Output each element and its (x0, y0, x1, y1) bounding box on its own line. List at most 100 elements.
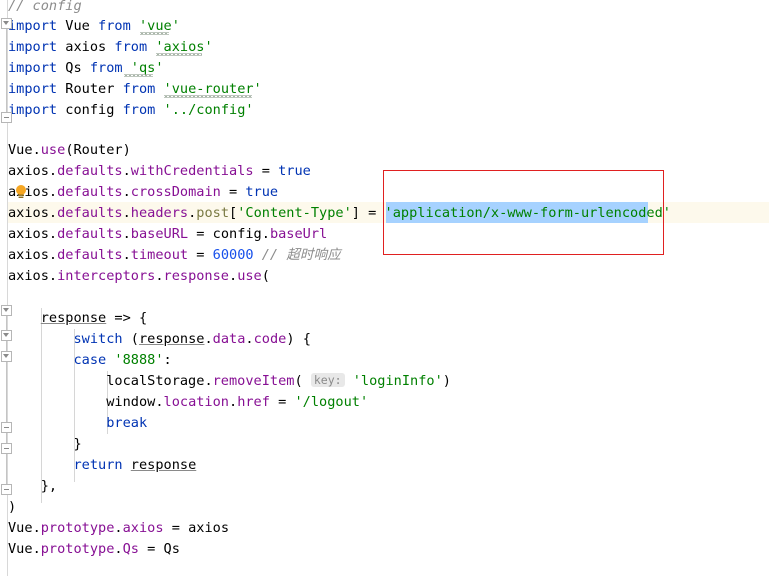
code-line-18[interactable]: case '8888': (0, 350, 769, 371)
token-identifier-config: config (65, 102, 115, 118)
code-line-12[interactable]: axios.defaults.baseURL = config.baseUrl (0, 224, 769, 245)
fold-marker-interceptor-end[interactable] (1, 484, 12, 495)
token-property-crossdomain: crossDomain (130, 184, 221, 200)
token-property-prototype: prototype (40, 520, 115, 536)
token-keyword-import: import (8, 102, 58, 118)
token-property-response: response (163, 268, 229, 284)
fold-region-line-a (6, 316, 7, 330)
code-line-5[interactable]: import Router from 'vue-router' (0, 79, 769, 100)
fold-marker-imports-start[interactable] (1, 18, 12, 29)
fold-marker-interceptor-start[interactable] (1, 305, 12, 316)
token-property-prototype: prototype (40, 541, 115, 557)
code-line-3[interactable]: import axios from 'axios' (0, 37, 769, 58)
token-param-response: response (138, 331, 205, 347)
token-string-logout: '/logout' (294, 394, 369, 410)
token-identifier-vue: Vue (8, 142, 33, 158)
token-property-baseurl: baseURL (130, 226, 189, 242)
token-identifier-axios: axios (8, 163, 49, 179)
code-line-14[interactable]: axios.interceptors.response.use( (0, 266, 769, 287)
unresolved-module-squiggle-axios (156, 53, 202, 56)
token-string-logininfo: 'loginInfo' (352, 373, 443, 389)
code-line-24[interactable]: }, (0, 476, 769, 497)
token-keyword-return: return (73, 457, 123, 473)
fold-region-line-d (6, 433, 7, 443)
code-content[interactable]: // config import Vue from 'vue' import a… (0, 0, 769, 576)
token-identifier-config: config (212, 226, 262, 242)
token-string-8888: '8888' (114, 352, 164, 368)
token-property-defaults: defaults (57, 205, 123, 221)
fold-marker-case-end[interactable] (1, 422, 12, 433)
token-keyword-true: true (245, 184, 279, 200)
token-comment: // config (8, 0, 82, 14)
token-property-qs: Qs (122, 541, 139, 557)
token-keyword-break: break (106, 415, 148, 431)
token-identifier-localstorage: localStorage (106, 373, 205, 389)
token-property-baseurl-value: baseUrl (269, 226, 328, 242)
token-identifier-window: window (106, 394, 156, 410)
token-keyword-switch: switch (73, 331, 123, 347)
token-identifier-axios: axios (188, 520, 230, 536)
token-identifier-axios: axios (8, 226, 49, 242)
token-keyword-true: true (278, 163, 311, 179)
code-line-27[interactable]: Vue.prototype.Qs = Qs (0, 539, 769, 560)
token-identifier-axios: axios (8, 268, 49, 284)
code-line-19[interactable]: localStorage.removeItem( key: 'loginInfo… (0, 371, 769, 392)
code-line-25[interactable]: ) (0, 497, 769, 518)
token-keyword-import: import (8, 60, 58, 76)
token-comment-timeout: // 超时响应 (261, 247, 341, 263)
code-line-15-blank[interactable] (0, 287, 769, 308)
code-line-26[interactable]: Vue.prototype.axios = axios (0, 518, 769, 539)
token-identifier-vue: Vue (8, 520, 33, 536)
token-property-removeitem: removeItem (212, 373, 295, 389)
code-line-11[interactable]: axios.defaults.headers.post['Content-Typ… (0, 203, 769, 224)
token-keyword-import: import (8, 18, 58, 34)
fold-marker-switch-end[interactable] (1, 443, 12, 454)
unresolved-module-squiggle-vue (140, 32, 169, 35)
code-line-10[interactable]: axios.defaults.crossDomain = true (0, 182, 769, 203)
code-line-2[interactable]: import Vue from 'vue' (0, 16, 769, 37)
token-identifier-vue: Vue (65, 18, 90, 34)
code-line-16[interactable]: response => { (0, 308, 769, 329)
token-property-href: href (237, 394, 270, 410)
token-keyword-from: from (122, 81, 156, 97)
token-property-post: post (196, 205, 230, 221)
fold-region-line-b (6, 341, 7, 351)
token-keyword-from: from (89, 60, 123, 76)
code-line-17[interactable]: switch (response.data.code) { (0, 329, 769, 350)
code-line-21[interactable]: break (0, 413, 769, 434)
code-editor[interactable]: // config import Vue from 'vue' import a… (0, 0, 769, 576)
token-property-use: use (40, 142, 66, 158)
token-identifier-axios: axios (65, 39, 107, 55)
lightbulb-icon[interactable] (14, 184, 28, 200)
code-line-6[interactable]: import config from '../config' (0, 100, 769, 121)
code-line-7-blank[interactable] (0, 121, 769, 142)
unresolved-module-squiggle-vue-router (164, 95, 252, 98)
token-number-timeout: 60000 (212, 247, 254, 263)
fold-marker-case-start[interactable] (1, 351, 12, 362)
code-line-22[interactable]: } (0, 434, 769, 455)
token-identifier-vue: Vue (8, 541, 33, 557)
token-keyword-from: from (98, 18, 131, 34)
code-line-4[interactable]: import Qs from 'qs' (0, 58, 769, 79)
token-param-response: response (40, 310, 107, 326)
code-line-20[interactable]: window.location.href = '/logout' (0, 392, 769, 413)
lightbulb-glyph (16, 185, 26, 198)
unresolved-module-squiggle-qs (124, 74, 153, 77)
token-identifier-axios: axios (8, 205, 49, 221)
fold-marker-imports-end[interactable] (1, 112, 12, 123)
token-param-response: response (130, 457, 197, 473)
code-line-9[interactable]: axios.defaults.withCredentials = true (0, 161, 769, 182)
code-line-23[interactable]: return response (0, 455, 769, 476)
token-property-withcredentials: withCredentials (130, 163, 254, 179)
fold-region-line-imports (6, 29, 7, 113)
code-line-13[interactable]: axios.defaults.timeout = 60000 // 超时响应 (0, 245, 769, 266)
fold-marker-switch-start[interactable] (1, 330, 12, 341)
token-property-interceptors: interceptors (57, 268, 156, 284)
token-string-urlencoded: 'application/x-www-form-urlencoded' (384, 205, 671, 221)
code-line-8[interactable]: Vue.use(Router) (0, 140, 769, 161)
token-string-content-type: 'Content-Type' (237, 205, 352, 221)
token-keyword-import: import (8, 81, 58, 97)
token-property-defaults: defaults (57, 226, 123, 242)
code-line-1[interactable]: // config (0, 0, 769, 17)
token-identifier-qs: Qs (163, 541, 180, 557)
